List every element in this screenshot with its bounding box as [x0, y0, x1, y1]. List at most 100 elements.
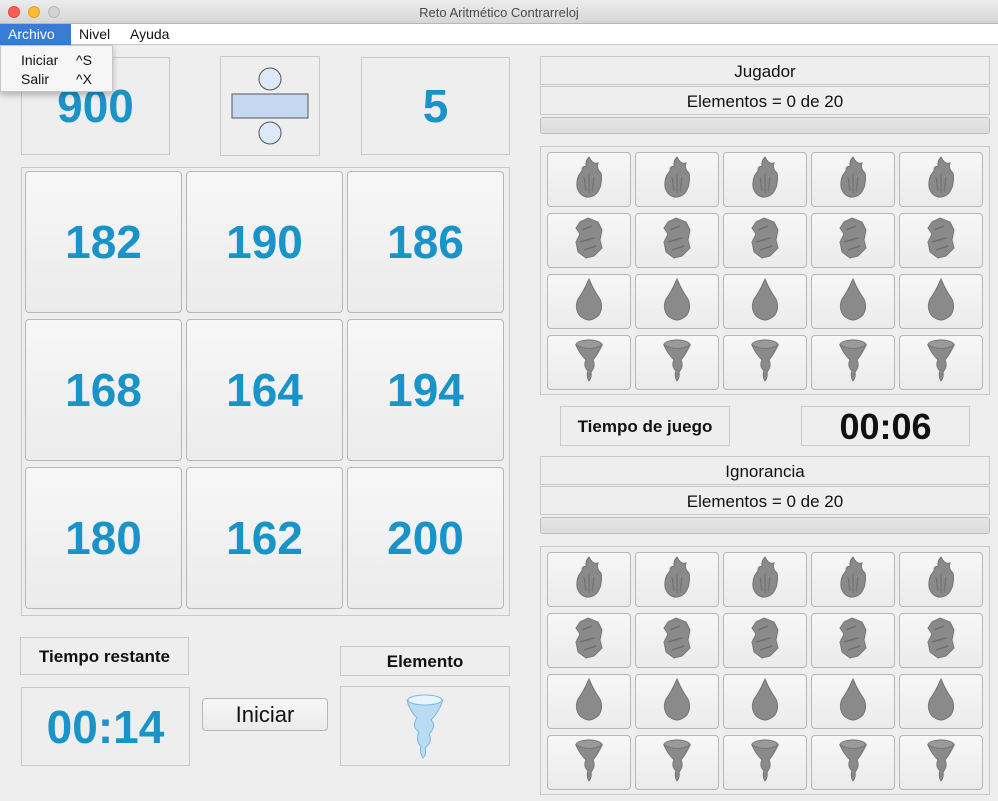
player-element-slot [723, 213, 807, 268]
tornado-icon [838, 338, 868, 387]
fire-icon [574, 155, 604, 204]
menu-item-label: Salir [21, 71, 50, 87]
player-element-slot [635, 335, 719, 390]
start-button[interactable]: Iniciar [202, 698, 328, 731]
answer-button[interactable]: 168 [25, 319, 182, 461]
answer-value: 194 [387, 364, 464, 416]
menu-item-iniciar[interactable]: Iniciar ^S [1, 50, 112, 69]
opponent-element-slot [635, 613, 719, 668]
menu-item-salir[interactable]: Salir ^X [1, 69, 112, 88]
operator-box [220, 56, 320, 156]
menu-item-shortcut: ^X [76, 71, 92, 87]
answer-value: 200 [387, 512, 464, 564]
menu-archivo[interactable]: Archivo [0, 24, 71, 45]
opponent-element-slot [899, 735, 983, 790]
opponent-element-slot [899, 613, 983, 668]
player-element-slot [547, 274, 631, 329]
water-icon [662, 277, 692, 326]
fire-icon [926, 555, 956, 604]
opponent-element-slot [547, 735, 631, 790]
player-element-slot [547, 335, 631, 390]
opponent-name: Ignorancia [540, 456, 990, 485]
player-element-slot [899, 152, 983, 207]
menu-ayuda[interactable]: Ayuda [122, 24, 177, 45]
earth-icon [926, 216, 956, 265]
opponent-element-slot [811, 613, 895, 668]
player-element-slot [723, 274, 807, 329]
player-name: Jugador [540, 56, 990, 85]
element-label: Elemento [340, 646, 510, 676]
tornado-icon [574, 338, 604, 387]
opponent-element-slot [547, 552, 631, 607]
fire-icon [574, 555, 604, 604]
menu-item-shortcut: ^S [76, 52, 92, 68]
earth-icon [750, 616, 780, 665]
earth-icon [662, 216, 692, 265]
answer-button[interactable]: 162 [186, 467, 343, 609]
answer-button[interactable]: 180 [25, 467, 182, 609]
opponent-element-slot [723, 674, 807, 729]
player-element-slot [811, 335, 895, 390]
player-element-slot [635, 274, 719, 329]
opponent-element-slot [899, 674, 983, 729]
player-element-slot [899, 213, 983, 268]
player-element-slot [723, 335, 807, 390]
fire-icon [750, 555, 780, 604]
opponent-element-slot [811, 674, 895, 729]
fire-icon [838, 555, 868, 604]
earth-icon [574, 616, 604, 665]
opponent-element-slot [635, 735, 719, 790]
fire-icon [662, 155, 692, 204]
answer-button[interactable]: 200 [347, 467, 504, 609]
menu-item-label: Iniciar [21, 52, 59, 68]
player-element-slot [811, 274, 895, 329]
answer-value: 190 [226, 216, 303, 268]
answer-button[interactable]: 164 [186, 319, 343, 461]
opponent-element-slot [899, 552, 983, 607]
answer-button[interactable]: 186 [347, 171, 504, 313]
earth-icon [838, 616, 868, 665]
fire-icon [926, 155, 956, 204]
opponent-element-slot [547, 613, 631, 668]
game-time-value: 00:06 [801, 406, 970, 447]
player-elements-count: Elementos = 0 de 20 [540, 86, 990, 115]
operand-2: 5 [422, 80, 449, 132]
player-element-slot [635, 213, 719, 268]
opponent-element-slot [723, 552, 807, 607]
opponent-element-slot [811, 552, 895, 607]
fire-icon [838, 155, 868, 204]
tornado-icon [926, 738, 956, 787]
game-time-label: Tiempo de juego [560, 406, 730, 446]
answer-button[interactable]: 190 [186, 171, 343, 313]
water-icon [750, 677, 780, 726]
water-icon [574, 677, 604, 726]
answer-value: 186 [387, 216, 464, 268]
tornado-icon [838, 738, 868, 787]
tornado-icon [750, 738, 780, 787]
player-element-slot [811, 213, 895, 268]
tornado-icon [406, 694, 444, 759]
player-element-slot [811, 152, 895, 207]
answer-value: 168 [65, 364, 142, 416]
time-remaining-value: 00:14 [46, 700, 165, 753]
fire-icon [662, 555, 692, 604]
tornado-icon [662, 738, 692, 787]
player-element-slot [547, 213, 631, 268]
player-element-slot [723, 152, 807, 207]
menu-nivel[interactable]: Nivel [71, 24, 118, 45]
answer-button[interactable]: 194 [347, 319, 504, 461]
opponent-element-slot [723, 613, 807, 668]
division-icon [231, 67, 309, 145]
player-element-slot [899, 274, 983, 329]
player-progress-bar [540, 117, 990, 134]
earth-icon [926, 616, 956, 665]
archivo-dropdown: Iniciar ^S Salir ^X [0, 45, 113, 92]
water-icon [926, 277, 956, 326]
tornado-icon [662, 338, 692, 387]
player-element-slot [547, 152, 631, 207]
title-bar: Reto Aritmético Contrarreloj [0, 0, 998, 24]
answer-button[interactable]: 182 [25, 171, 182, 313]
opponent-element-slot [811, 735, 895, 790]
opponent-element-slot [635, 552, 719, 607]
window-title: Reto Aritmético Contrarreloj [419, 5, 579, 20]
